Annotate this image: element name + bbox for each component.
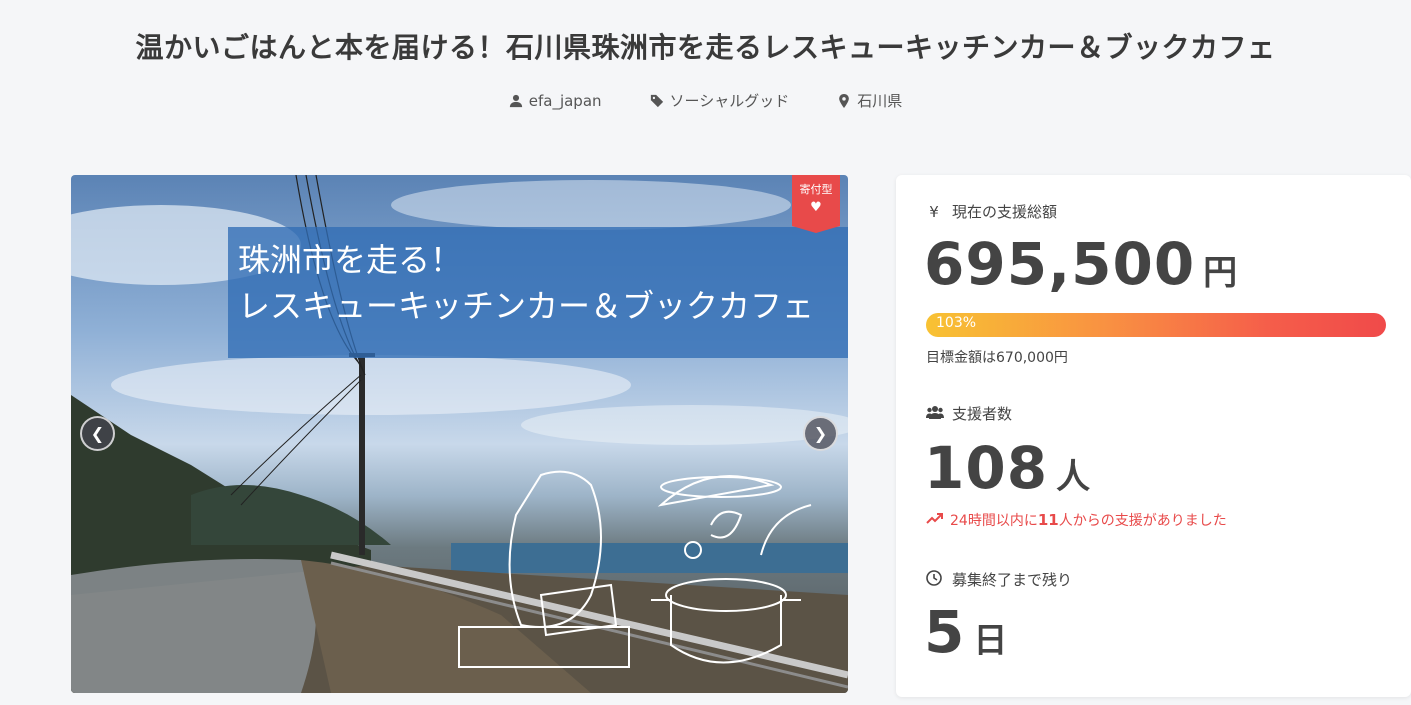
funding-stats-panel: ¥ 現在の支援総額 695,500 円 103% 目標金額は670,000円 支援… <box>896 175 1411 697</box>
chevron-right-icon: ❯ <box>813 424 828 443</box>
tag-icon <box>650 94 663 107</box>
yen-icon: ¥ <box>929 202 939 221</box>
project-meta: efa_japan ソーシャルグッド 石川県 <box>0 90 1411 111</box>
overlay-line-2: レスキューキッチンカー＆ブックカフェ <box>238 287 815 325</box>
recent-count: 11 <box>1037 511 1059 529</box>
goal-text: 目標金額は670,000円 <box>926 350 1068 366</box>
map-pin-icon <box>839 93 850 108</box>
remaining-unit: 日 <box>973 621 1009 661</box>
donation-type-badge: 寄付型 ♥ <box>792 175 840 233</box>
user-icon <box>509 94 522 107</box>
location-name: 石川県 <box>857 92 903 110</box>
chevron-left-icon: ❮ <box>90 424 105 443</box>
carousel-prev-button[interactable]: ❮ <box>80 416 115 451</box>
supporters-unit: 人 <box>1056 457 1092 497</box>
users-icon <box>926 405 944 423</box>
amount-label: 現在の支援総額 <box>952 203 1058 221</box>
remaining-label: 募集終了まで残り <box>952 571 1073 589</box>
amount-label-row: ¥ 現在の支援総額 <box>926 201 1057 222</box>
amount-value-row: 695,500 円 <box>924 235 1238 293</box>
recent-prefix: 24時間以内に <box>950 513 1038 529</box>
clock-icon <box>926 569 942 590</box>
hero-overlay-caption: 珠洲市を走る！ レスキューキッチンカー＆ブックカフェ <box>228 227 848 358</box>
progress-label: 103% <box>936 315 977 331</box>
overlay-line-1: 珠洲市を走る！ <box>238 241 463 279</box>
supporters-label: 支援者数 <box>952 405 1013 423</box>
amount-unit: 円 <box>1203 253 1239 293</box>
carousel-next-button[interactable]: ❯ <box>803 416 838 451</box>
remaining-value-row: 5日 <box>924 603 1008 661</box>
recent-suffix: 人からの支援がありました <box>1058 513 1227 529</box>
location-link[interactable]: 石川県 <box>837 90 902 111</box>
supporters-label-row: 支援者数 <box>926 403 1012 424</box>
trending-up-icon <box>926 512 944 528</box>
supporters-value: 108 <box>924 434 1049 502</box>
heart-hand-icon: ♥ <box>810 200 822 215</box>
owner-name: efa_japan <box>528 91 602 110</box>
recent-support-notice: 24時間以内に11人からの支援がありました <box>926 510 1227 530</box>
progress-bar: 103% <box>926 313 1386 337</box>
amount-value: 695,500 <box>924 230 1196 298</box>
page-title: 温かいごはんと本を届ける！石川県珠洲市を走るレスキューキッチンカー＆ブックカフェ <box>135 31 1276 64</box>
remaining-value: 5 <box>924 598 966 666</box>
supporters-value-row: 108 人 <box>924 439 1091 497</box>
category-link[interactable]: ソーシャルグッド <box>650 90 790 111</box>
owner-link[interactable]: efa_japan <box>509 90 602 111</box>
hero-image-carousel[interactable]: 珠洲市を走る！ レスキューキッチンカー＆ブックカフェ 寄付型 ♥ ❮ ❯ <box>71 175 848 693</box>
remaining-label-row: 募集終了まで残り <box>926 569 1072 590</box>
badge-label: 寄付型 <box>799 183 833 196</box>
category-name: ソーシャルグッド <box>669 92 790 110</box>
